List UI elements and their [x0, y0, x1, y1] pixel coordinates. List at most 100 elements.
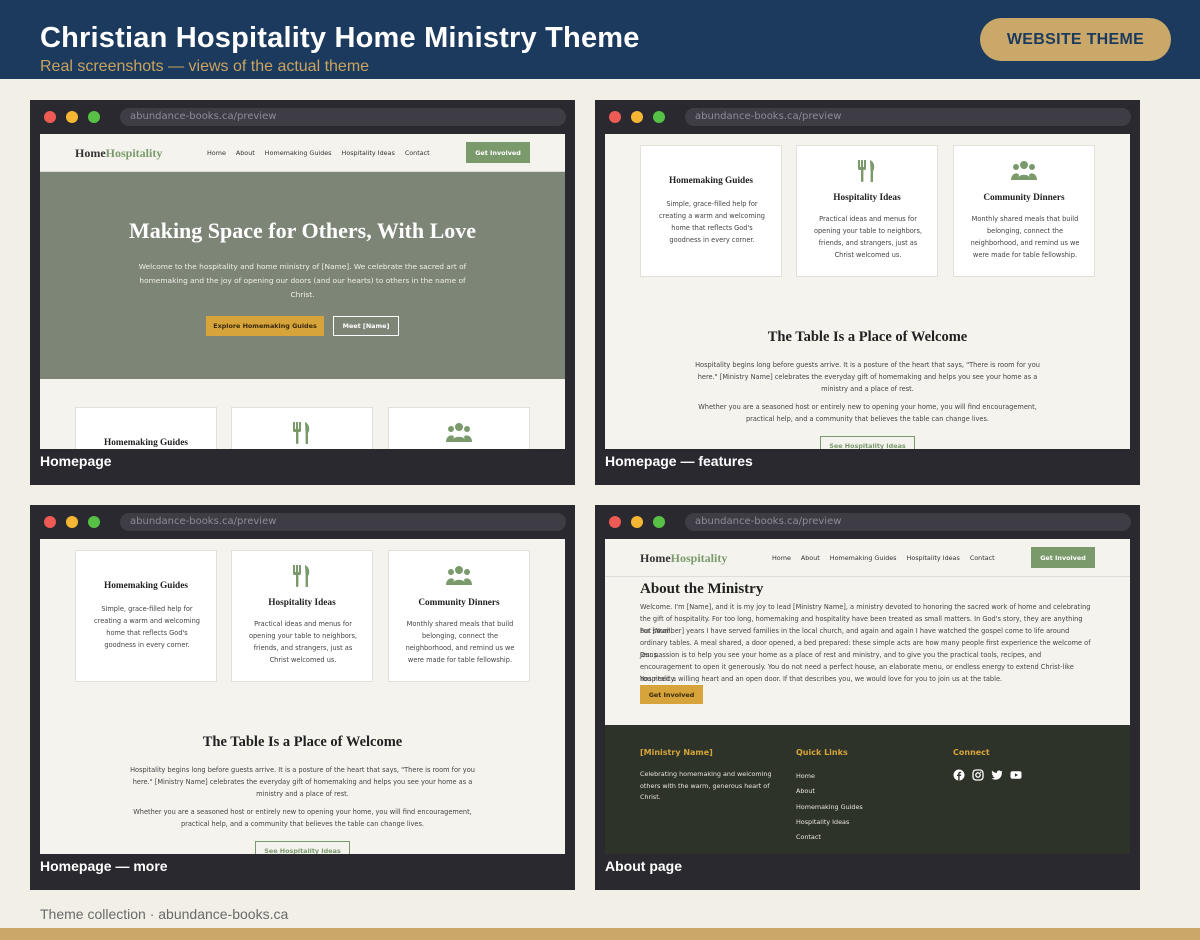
- footer-link-home[interactable]: Home: [796, 769, 863, 784]
- welcome-title: The Table Is a Place of Welcome: [767, 329, 968, 345]
- card-title: Homemaking Guides: [669, 176, 753, 186]
- hero-section: Making Space for Others, With Love Welco…: [40, 172, 565, 379]
- footer-link-about[interactable]: About: [796, 784, 863, 799]
- minimize-dot[interactable]: [66, 516, 78, 528]
- utensils-icon: [232, 422, 372, 449]
- card-text: Monthly shared meals that build belongin…: [405, 620, 515, 664]
- close-dot[interactable]: [44, 111, 56, 123]
- logo-home: Home: [75, 146, 106, 160]
- twitter-icon[interactable]: [991, 769, 1003, 781]
- footer-quick-links: Home About Homemaking Guides Hospitality…: [796, 769, 863, 845]
- about-get-involved-button[interactable]: Get Involved: [640, 685, 703, 704]
- footer-link-contact[interactable]: Contact: [796, 830, 863, 845]
- browser-frame-about: abundance-books.ca/preview HomeHospitali…: [595, 505, 1140, 890]
- nav-hospitality-ideas[interactable]: Hospitality Ideas: [342, 149, 395, 157]
- welcome-paragraph-1: Hospitality begins long before guests ar…: [130, 766, 475, 798]
- youtube-icon[interactable]: [1010, 769, 1022, 781]
- footer-connect-heading: Connect: [953, 748, 990, 757]
- caption: Homepage: [40, 453, 112, 469]
- site-footer: [Ministry Name] Celebrating homemaking a…: [605, 725, 1130, 854]
- maximize-dot[interactable]: [653, 516, 665, 528]
- instagram-icon[interactable]: [972, 769, 984, 781]
- logo-hospitality: Hospitality: [105, 146, 163, 160]
- welcome-paragraph-2: Whether you are a seasoned host or entir…: [698, 403, 1037, 423]
- close-dot[interactable]: [609, 516, 621, 528]
- social-links: [953, 769, 1022, 781]
- page-subtitle: Real screenshots — views of the actual t…: [40, 58, 370, 75]
- nav-contact[interactable]: Contact: [970, 554, 995, 562]
- see-hospitality-ideas-button[interactable]: See Hospitality Ideas: [255, 841, 350, 854]
- caption: About page: [605, 858, 682, 874]
- card-homemaking-guides[interactable]: Homemaking Guides: [75, 407, 217, 449]
- nav-home[interactable]: Home: [207, 149, 226, 157]
- viewport: HomeHospitality Home About Homemaking Gu…: [40, 134, 565, 449]
- footer-description: Celebrating homemaking and welcoming oth…: [640, 770, 772, 801]
- nav-homemaking-guides[interactable]: Homemaking Guides: [265, 149, 332, 157]
- address-bar[interactable]: abundance-books.ca/preview: [685, 513, 1131, 531]
- page-title: Christian Hospitality Home Ministry Them…: [40, 22, 640, 54]
- card-text: Monthly shared meals that build belongin…: [970, 215, 1080, 259]
- utensils-icon: [797, 160, 937, 187]
- footer-link-hospitality-ideas[interactable]: Hospitality Ideas: [796, 815, 863, 830]
- address-bar[interactable]: abundance-books.ca/preview: [685, 108, 1131, 126]
- card-homemaking-guides[interactable]: Homemaking Guides Simple, grace-filled h…: [640, 145, 782, 277]
- card-hospitality-ideas[interactable]: Hospitality Ideas Practical ideas and me…: [231, 550, 373, 682]
- viewport: Homemaking Guides Simple, grace-filled h…: [40, 539, 565, 854]
- logo-hospitality: Hospitality: [670, 551, 728, 565]
- card-homemaking-guides[interactable]: Homemaking Guides Simple, grace-filled h…: [75, 550, 217, 682]
- hero-text: Welcome to the hospitality and home mini…: [138, 262, 467, 299]
- nav-links: Home About Homemaking Guides Hospitality…: [207, 149, 430, 157]
- nav-hospitality-ideas[interactable]: Hospitality Ideas: [907, 554, 960, 562]
- close-dot[interactable]: [44, 516, 56, 528]
- browser-frame-features: abundance-books.ca/preview Homemaking Gu…: [595, 100, 1140, 485]
- minimize-dot[interactable]: [631, 111, 643, 123]
- welcome-title: The Table Is a Place of Welcome: [202, 734, 403, 750]
- meet-name-button[interactable]: Meet [Name]: [333, 316, 399, 336]
- people-group-icon: [954, 160, 1094, 185]
- card-community-dinners[interactable]: Community Dinners Monthly shared meals t…: [388, 550, 530, 682]
- people-group-icon: [389, 565, 529, 590]
- close-dot[interactable]: [609, 111, 621, 123]
- nav-about[interactable]: About: [801, 554, 820, 562]
- explore-guides-button[interactable]: Explore Homemaking Guides: [206, 316, 324, 336]
- minimize-dot[interactable]: [631, 516, 643, 528]
- site-logo[interactable]: HomeHospitality: [640, 551, 727, 566]
- site-nav: HomeHospitality Home About Homemaking Gu…: [40, 134, 565, 172]
- footer-link-homemaking-guides[interactable]: Homemaking Guides: [796, 800, 863, 815]
- nav-homemaking-guides[interactable]: Homemaking Guides: [830, 554, 897, 562]
- nav-home[interactable]: Home: [772, 554, 791, 562]
- card-text: Practical ideas and menus for opening yo…: [813, 215, 923, 259]
- card-title: Hospitality Ideas: [833, 193, 901, 203]
- address-bar[interactable]: abundance-books.ca/preview: [120, 108, 566, 126]
- card-title: Hospitality Ideas: [268, 598, 336, 608]
- minimize-dot[interactable]: [66, 111, 78, 123]
- browser-frame-homepage: abundance-books.ca/preview HomeHospitali…: [30, 100, 575, 485]
- facebook-icon[interactable]: [953, 769, 965, 781]
- footer-ministry-heading: [Ministry Name]: [640, 748, 713, 757]
- see-hospitality-ideas-button[interactable]: See Hospitality Ideas: [820, 436, 915, 449]
- website-theme-badge[interactable]: WEBSITE THEME: [980, 18, 1171, 61]
- nav-contact[interactable]: Contact: [405, 149, 430, 157]
- maximize-dot[interactable]: [653, 111, 665, 123]
- footer-credit: Theme collection · abundance-books.ca: [40, 906, 289, 922]
- browser-frame-more: abundance-books.ca/preview Homemaking Gu…: [30, 505, 575, 890]
- caption: Homepage — features: [605, 453, 753, 469]
- get-involved-button[interactable]: Get Involved: [466, 142, 530, 163]
- nav-about[interactable]: About: [236, 149, 255, 157]
- address-bar[interactable]: abundance-books.ca/preview: [120, 513, 566, 531]
- card-hospitality-ideas[interactable]: Hospitality Ideas Practical ideas and me…: [796, 145, 938, 277]
- get-involved-button[interactable]: Get Involved: [1031, 547, 1095, 568]
- header-banner: Christian Hospitality Home Ministry Them…: [0, 0, 1200, 79]
- maximize-dot[interactable]: [88, 111, 100, 123]
- maximize-dot[interactable]: [88, 516, 100, 528]
- card-text: Simple, grace-filled help for creating a…: [94, 605, 200, 649]
- card-title: Community Dinners: [983, 193, 1065, 203]
- card-text: Practical ideas and menus for opening yo…: [248, 620, 358, 664]
- site-logo[interactable]: HomeHospitality: [75, 146, 162, 161]
- card-community-dinners[interactable]: Community Dinners Monthly shared meals t…: [953, 145, 1095, 277]
- card-title: Community Dinners: [418, 598, 500, 608]
- card-title: Homemaking Guides: [104, 438, 188, 448]
- welcome-paragraph-1: Hospitality begins long before guests ar…: [695, 361, 1040, 393]
- card-community-dinners[interactable]: [388, 407, 530, 449]
- card-hospitality-ideas[interactable]: [231, 407, 373, 449]
